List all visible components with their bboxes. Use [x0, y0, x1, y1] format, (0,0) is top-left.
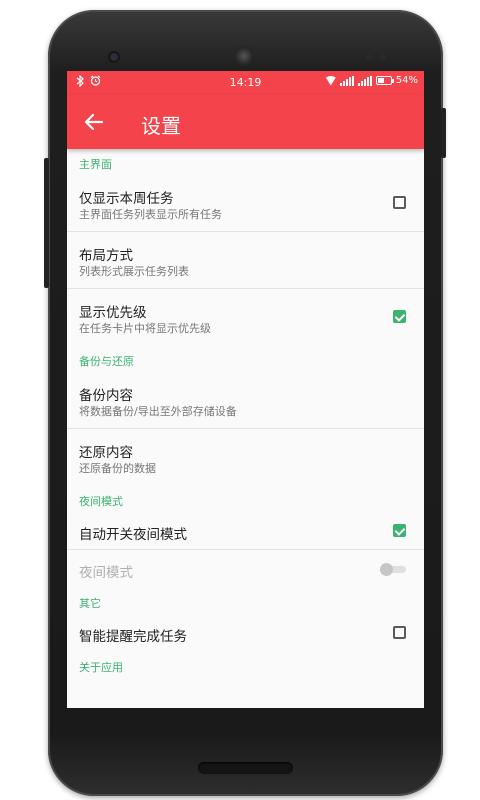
checkbox-show-priority[interactable] [393, 310, 406, 323]
settings-list: 主界面 仅显示本周任务 主界面任务列表显示所有任务 布局方式 列表形式展示任务列… [67, 149, 424, 678]
pref-smart-reminder[interactable]: 智能提醒完成任务 [67, 614, 424, 652]
earpiece-speaker [234, 46, 254, 66]
pref-show-priority[interactable]: 显示优先级 在任务卡片中将显示优先级 [67, 289, 424, 346]
page-title: 设置 [141, 114, 181, 138]
pref-title: 自动开关夜间模式 [79, 527, 187, 543]
pref-night-mode: 夜间模式 [67, 550, 424, 588]
light-sensor [380, 54, 386, 60]
pref-title: 仅显示本周任务 [79, 191, 174, 207]
bottom-speaker [198, 762, 293, 774]
pref-layout-mode[interactable]: 布局方式 列表形式展示任务列表 [67, 232, 424, 289]
status-bar: 14:19 54% [67, 71, 424, 95]
proximity-sensor [366, 54, 372, 60]
volume-button [44, 158, 49, 288]
section-header-main: 主界面 [79, 158, 112, 171]
pref-title: 夜间模式 [79, 565, 133, 581]
checkbox-show-this-week[interactable] [393, 196, 406, 209]
battery-percent: 54% [395, 75, 418, 86]
checkbox-smart-reminder[interactable] [393, 626, 406, 639]
pref-summary: 还原备份的数据 [79, 462, 156, 475]
section-header-night: 夜间模式 [79, 495, 123, 508]
battery-icon [375, 76, 394, 85]
pref-summary: 在任务卡片中将显示优先级 [79, 322, 211, 335]
section-header-backup: 备份与还原 [79, 355, 134, 368]
pref-title: 显示优先级 [79, 305, 147, 321]
section-header-other: 其它 [79, 597, 101, 610]
front-camera [110, 53, 118, 61]
checkbox-auto-night-mode[interactable] [393, 524, 406, 537]
pref-show-this-week[interactable]: 仅显示本周任务 主界面任务列表显示所有任务 [67, 175, 424, 232]
app-toolbar: 设置 [67, 95, 424, 149]
pref-title: 智能提醒完成任务 [79, 629, 187, 645]
signal-icon [357, 75, 372, 86]
power-button [441, 108, 446, 158]
pref-title: 布局方式 [79, 248, 133, 264]
pref-summary: 将数据备份/导出至外部存储设备 [79, 405, 237, 418]
pref-title: 备份内容 [79, 388, 133, 404]
pref-backup[interactable]: 备份内容 将数据备份/导出至外部存储设备 [67, 372, 424, 429]
pref-title: 还原内容 [79, 445, 133, 461]
arrow-left-icon[interactable] [83, 111, 105, 133]
pref-restore[interactable]: 还原内容 还原备份的数据 [67, 429, 424, 486]
screen: 14:19 54% 设置 主界面 仅显示本周任务 主界面任务列表显示所有任务 布… [67, 71, 424, 708]
signal-icon [339, 75, 354, 86]
pref-summary: 主界面任务列表显示所有任务 [79, 208, 222, 221]
section-header-about: 关于应用 [79, 661, 123, 674]
night-mode-switch [380, 563, 406, 576]
pref-auto-night-mode[interactable]: 自动开关夜间模式 [67, 512, 424, 550]
wifi-icon [326, 76, 336, 86]
pref-summary: 列表形式展示任务列表 [79, 265, 189, 278]
